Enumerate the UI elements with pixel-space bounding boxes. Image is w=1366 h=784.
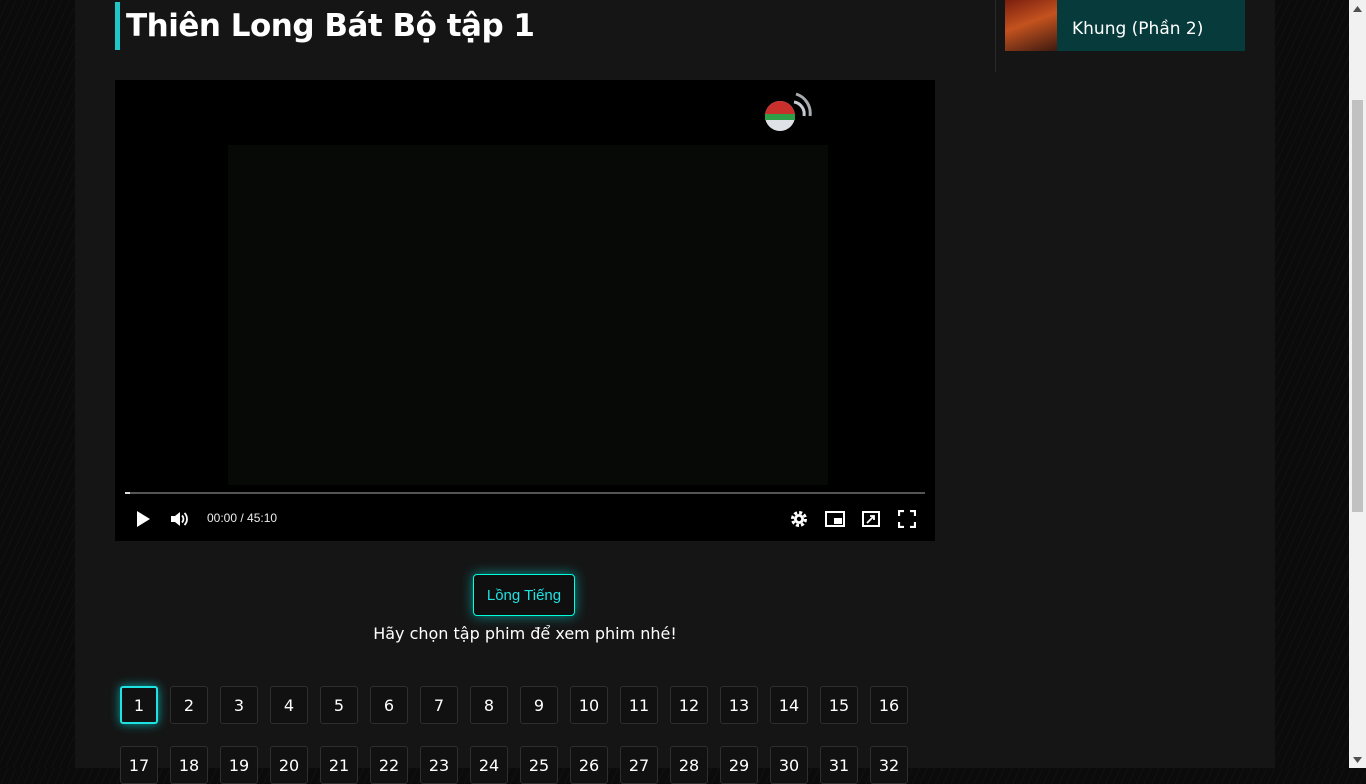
theater-mode-button[interactable] [860, 508, 882, 530]
time-display: 00:00 / 45:10 [207, 511, 278, 525]
volume-icon [171, 512, 188, 526]
episode-button-25[interactable]: 25 [520, 746, 558, 784]
vertical-scrollbar[interactable] [1349, 0, 1366, 768]
episode-button-17[interactable]: 17 [120, 746, 158, 784]
episode-button-1[interactable]: 1 [120, 686, 158, 724]
episode-button-20[interactable]: 20 [270, 746, 308, 784]
sidebar-divider [995, 0, 996, 72]
episode-button-6[interactable]: 6 [370, 686, 408, 724]
settings-button[interactable] [788, 508, 810, 530]
scroll-up-button[interactable] [1349, 0, 1366, 17]
fullscreen-button[interactable] [896, 508, 918, 530]
episode-button-32[interactable]: 32 [870, 746, 908, 784]
progress-bar[interactable] [125, 492, 925, 494]
scroll-down-button[interactable] [1349, 751, 1366, 768]
episode-button-27[interactable]: 27 [620, 746, 658, 784]
recommended-movie-title: Khung (Phần 2) [1072, 0, 1242, 42]
gear-icon [791, 511, 807, 527]
episode-button-28[interactable]: 28 [670, 746, 708, 784]
title-wrap: Thiên Long Bát Bộ tập 1 [115, 2, 535, 50]
video-frame [228, 145, 828, 485]
episode-button-5[interactable]: 5 [320, 686, 358, 724]
episode-button-2[interactable]: 2 [170, 686, 208, 724]
episode-button-8[interactable]: 8 [470, 686, 508, 724]
title-accent-bar [115, 2, 120, 50]
episode-button-14[interactable]: 14 [770, 686, 808, 724]
player-controls: 00:00 / 45:10 [115, 504, 935, 534]
episode-button-11[interactable]: 11 [620, 686, 658, 724]
episode-button-22[interactable]: 22 [370, 746, 408, 784]
theater-mode-icon [862, 511, 880, 527]
episode-button-19[interactable]: 19 [220, 746, 258, 784]
arrow-down-icon [1353, 756, 1362, 763]
episode-button-13[interactable]: 13 [720, 686, 758, 724]
channel-logo-icon [765, 92, 812, 131]
page-title: Thiên Long Bát Bộ tập 1 [126, 8, 535, 44]
scrollbar-thumb[interactable] [1352, 100, 1363, 512]
dub-language-button[interactable]: Lồng Tiếng [473, 574, 575, 616]
play-button[interactable] [132, 508, 154, 530]
recommended-movie-title-text: Khung (Phần 2) [1072, 19, 1204, 39]
episode-button-10[interactable]: 10 [570, 686, 608, 724]
episode-button-21[interactable]: 21 [320, 746, 358, 784]
episode-button-16[interactable]: 16 [870, 686, 908, 724]
episode-button-9[interactable]: 9 [520, 686, 558, 724]
episode-button-4[interactable]: 4 [270, 686, 308, 724]
picture-in-picture-icon [825, 511, 845, 527]
episode-button-30[interactable]: 30 [770, 746, 808, 784]
episode-button-26[interactable]: 26 [570, 746, 608, 784]
play-icon [137, 511, 150, 527]
episode-hint-text: Hãy chọn tập phim để xem phim nhé! [373, 624, 677, 643]
episode-button-23[interactable]: 23 [420, 746, 458, 784]
episode-button-31[interactable]: 31 [820, 746, 858, 784]
page-container: Thiên Long Bát Bộ tập 1 00:00 / 45:10 Kh… [75, 0, 1275, 784]
episode-button-7[interactable]: 7 [420, 686, 458, 724]
episode-button-18[interactable]: 18 [170, 746, 208, 784]
episode-button-15[interactable]: 15 [820, 686, 858, 724]
episode-button-12[interactable]: 12 [670, 686, 708, 724]
recommended-movie-card[interactable]: Khung (Phần 2) [1005, 0, 1245, 51]
recommended-movie-thumbnail [1005, 0, 1057, 51]
progress-played [125, 492, 130, 494]
episode-button-24[interactable]: 24 [470, 746, 508, 784]
picture-in-picture-button[interactable] [824, 508, 846, 530]
episode-button-3[interactable]: 3 [220, 686, 258, 724]
fullscreen-icon [898, 510, 916, 528]
volume-button[interactable] [168, 508, 190, 530]
episode-button-29[interactable]: 29 [720, 746, 758, 784]
video-player[interactable]: 00:00 / 45:10 [115, 80, 935, 541]
arrow-up-icon [1353, 5, 1362, 12]
